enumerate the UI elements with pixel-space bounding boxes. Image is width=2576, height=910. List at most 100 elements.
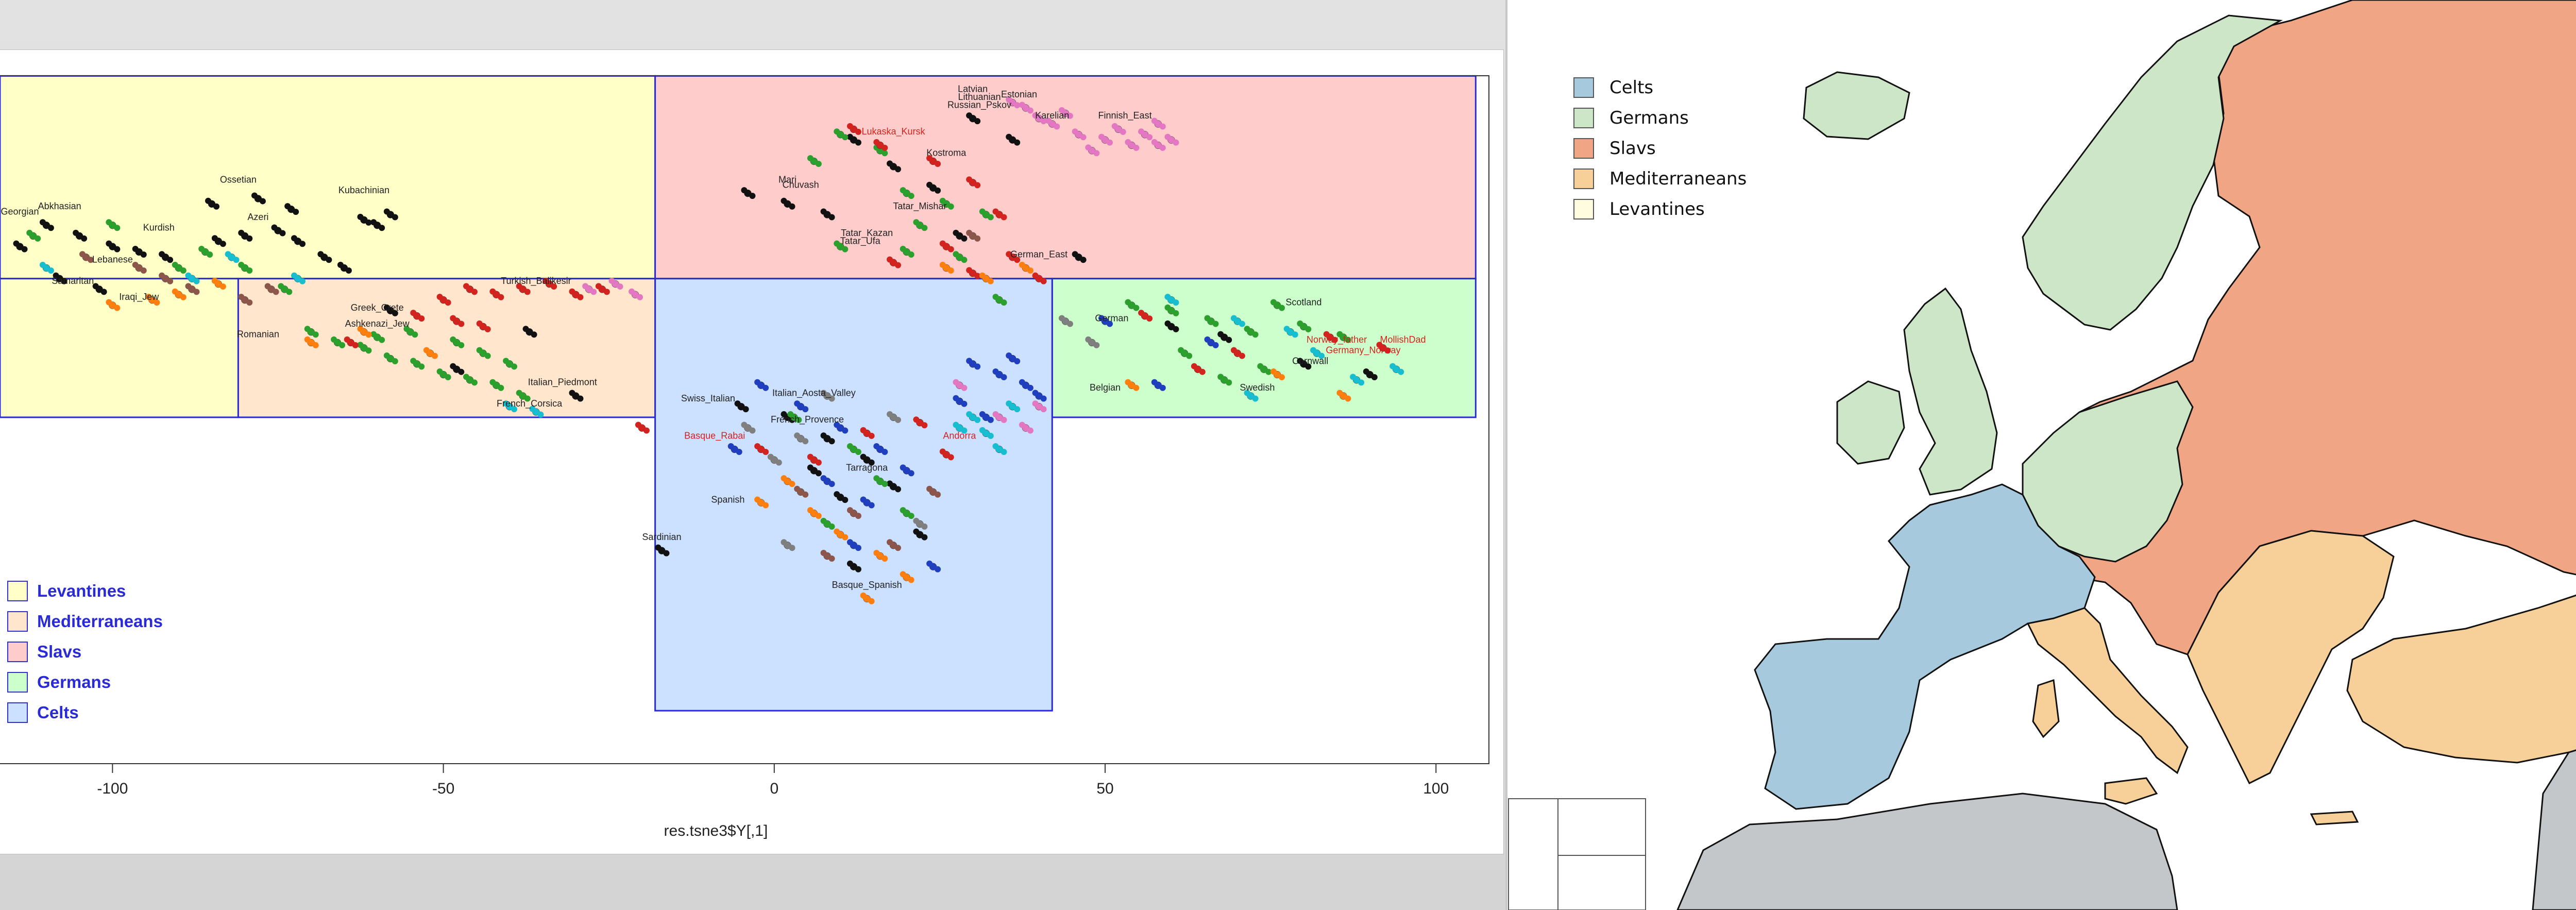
data-point bbox=[926, 560, 933, 567]
data-point bbox=[233, 257, 240, 263]
data-point bbox=[815, 459, 822, 466]
data-point bbox=[185, 283, 192, 290]
data-point bbox=[423, 347, 430, 353]
data-point bbox=[213, 203, 220, 210]
point-label: Chuvash bbox=[783, 180, 819, 190]
data-point bbox=[291, 235, 297, 242]
data-point bbox=[895, 262, 901, 268]
data-point bbox=[1164, 133, 1171, 140]
point-label: Basque_Rabai bbox=[684, 430, 745, 441]
data-point bbox=[913, 416, 920, 423]
data-point bbox=[590, 289, 597, 295]
data-point bbox=[1019, 379, 1025, 385]
data-point bbox=[992, 294, 999, 300]
data-point bbox=[629, 288, 635, 295]
data-point bbox=[846, 443, 853, 449]
map-legend-item-celts: Celts bbox=[1573, 72, 1747, 103]
data-point bbox=[887, 539, 893, 546]
data-point bbox=[337, 262, 344, 268]
data-point bbox=[815, 160, 822, 167]
data-point bbox=[749, 427, 756, 434]
data-point bbox=[436, 368, 443, 375]
data-point bbox=[781, 539, 787, 546]
data-point bbox=[1098, 133, 1105, 140]
data-point bbox=[357, 213, 364, 220]
data-point bbox=[1345, 395, 1351, 402]
data-point bbox=[966, 267, 973, 274]
data-point bbox=[1297, 320, 1303, 327]
data-point bbox=[1138, 310, 1145, 316]
data-point bbox=[762, 502, 769, 509]
data-point bbox=[345, 267, 352, 274]
plot-legend-label: Mediterraneans bbox=[37, 611, 163, 631]
data-point bbox=[445, 374, 451, 381]
data-point bbox=[238, 229, 245, 236]
data-point bbox=[503, 358, 510, 364]
point-label: Andorra bbox=[943, 430, 976, 441]
data-point bbox=[953, 395, 959, 401]
data-point bbox=[73, 229, 79, 236]
data-point bbox=[1278, 305, 1285, 311]
data-point bbox=[1040, 278, 1047, 284]
data-point bbox=[577, 294, 584, 300]
azores-inset bbox=[1557, 798, 1646, 910]
data-point bbox=[802, 438, 809, 445]
data-point bbox=[742, 406, 749, 413]
point-label: Tarragona bbox=[846, 462, 888, 473]
plot-legend-item-levantines: Levantines bbox=[7, 576, 163, 606]
data-point bbox=[39, 262, 46, 268]
data-point bbox=[392, 358, 398, 364]
data-point bbox=[939, 262, 946, 268]
legend-swatch bbox=[7, 671, 28, 693]
data-point bbox=[860, 427, 867, 433]
plot-legend-label: Levantines bbox=[37, 581, 126, 600]
data-point bbox=[828, 438, 835, 445]
data-point bbox=[762, 448, 769, 455]
point-label: MollishDad bbox=[1380, 334, 1426, 345]
data-point bbox=[379, 336, 385, 343]
point-label: Kurdish bbox=[143, 223, 175, 233]
data-point bbox=[106, 219, 112, 226]
data-point bbox=[531, 331, 537, 338]
data-point bbox=[1133, 384, 1140, 391]
data-point bbox=[921, 225, 928, 231]
data-point bbox=[979, 272, 986, 279]
data-point bbox=[846, 507, 853, 514]
data-point bbox=[815, 470, 822, 477]
data-point bbox=[1239, 321, 1245, 327]
plot-legend-label: Germans bbox=[37, 672, 111, 692]
data-point bbox=[185, 272, 192, 279]
europe-map-window: Celts Germans Slavs Mediterraneans Levan… bbox=[1505, 0, 2576, 910]
data-point bbox=[1371, 374, 1378, 381]
data-point bbox=[225, 251, 231, 258]
data-point bbox=[842, 134, 849, 141]
data-point bbox=[1040, 395, 1047, 402]
data-point bbox=[908, 577, 914, 583]
data-point bbox=[1032, 272, 1039, 279]
data-point bbox=[921, 534, 928, 541]
data-point bbox=[1125, 379, 1131, 385]
data-point bbox=[1336, 390, 1343, 396]
data-point bbox=[887, 160, 893, 167]
data-point bbox=[820, 475, 827, 482]
data-point bbox=[908, 513, 914, 519]
data-point bbox=[489, 288, 496, 295]
data-point bbox=[1125, 139, 1131, 145]
data-point bbox=[643, 427, 650, 434]
data-point bbox=[979, 208, 986, 215]
data-point bbox=[842, 427, 849, 434]
data-point bbox=[278, 283, 284, 290]
data-point bbox=[908, 251, 914, 258]
data-point bbox=[516, 390, 522, 396]
data-point bbox=[1120, 128, 1126, 135]
data-point bbox=[140, 251, 147, 258]
data-point bbox=[167, 278, 174, 284]
data-point bbox=[979, 427, 986, 433]
data-point bbox=[172, 288, 178, 295]
data-point bbox=[1226, 379, 1232, 386]
data-point bbox=[1305, 326, 1312, 332]
map-legend-item-mediterraneans: Mediterraneans bbox=[1573, 163, 1747, 194]
data-point bbox=[947, 203, 954, 210]
legend-swatch bbox=[7, 641, 28, 662]
data-point bbox=[293, 209, 299, 215]
